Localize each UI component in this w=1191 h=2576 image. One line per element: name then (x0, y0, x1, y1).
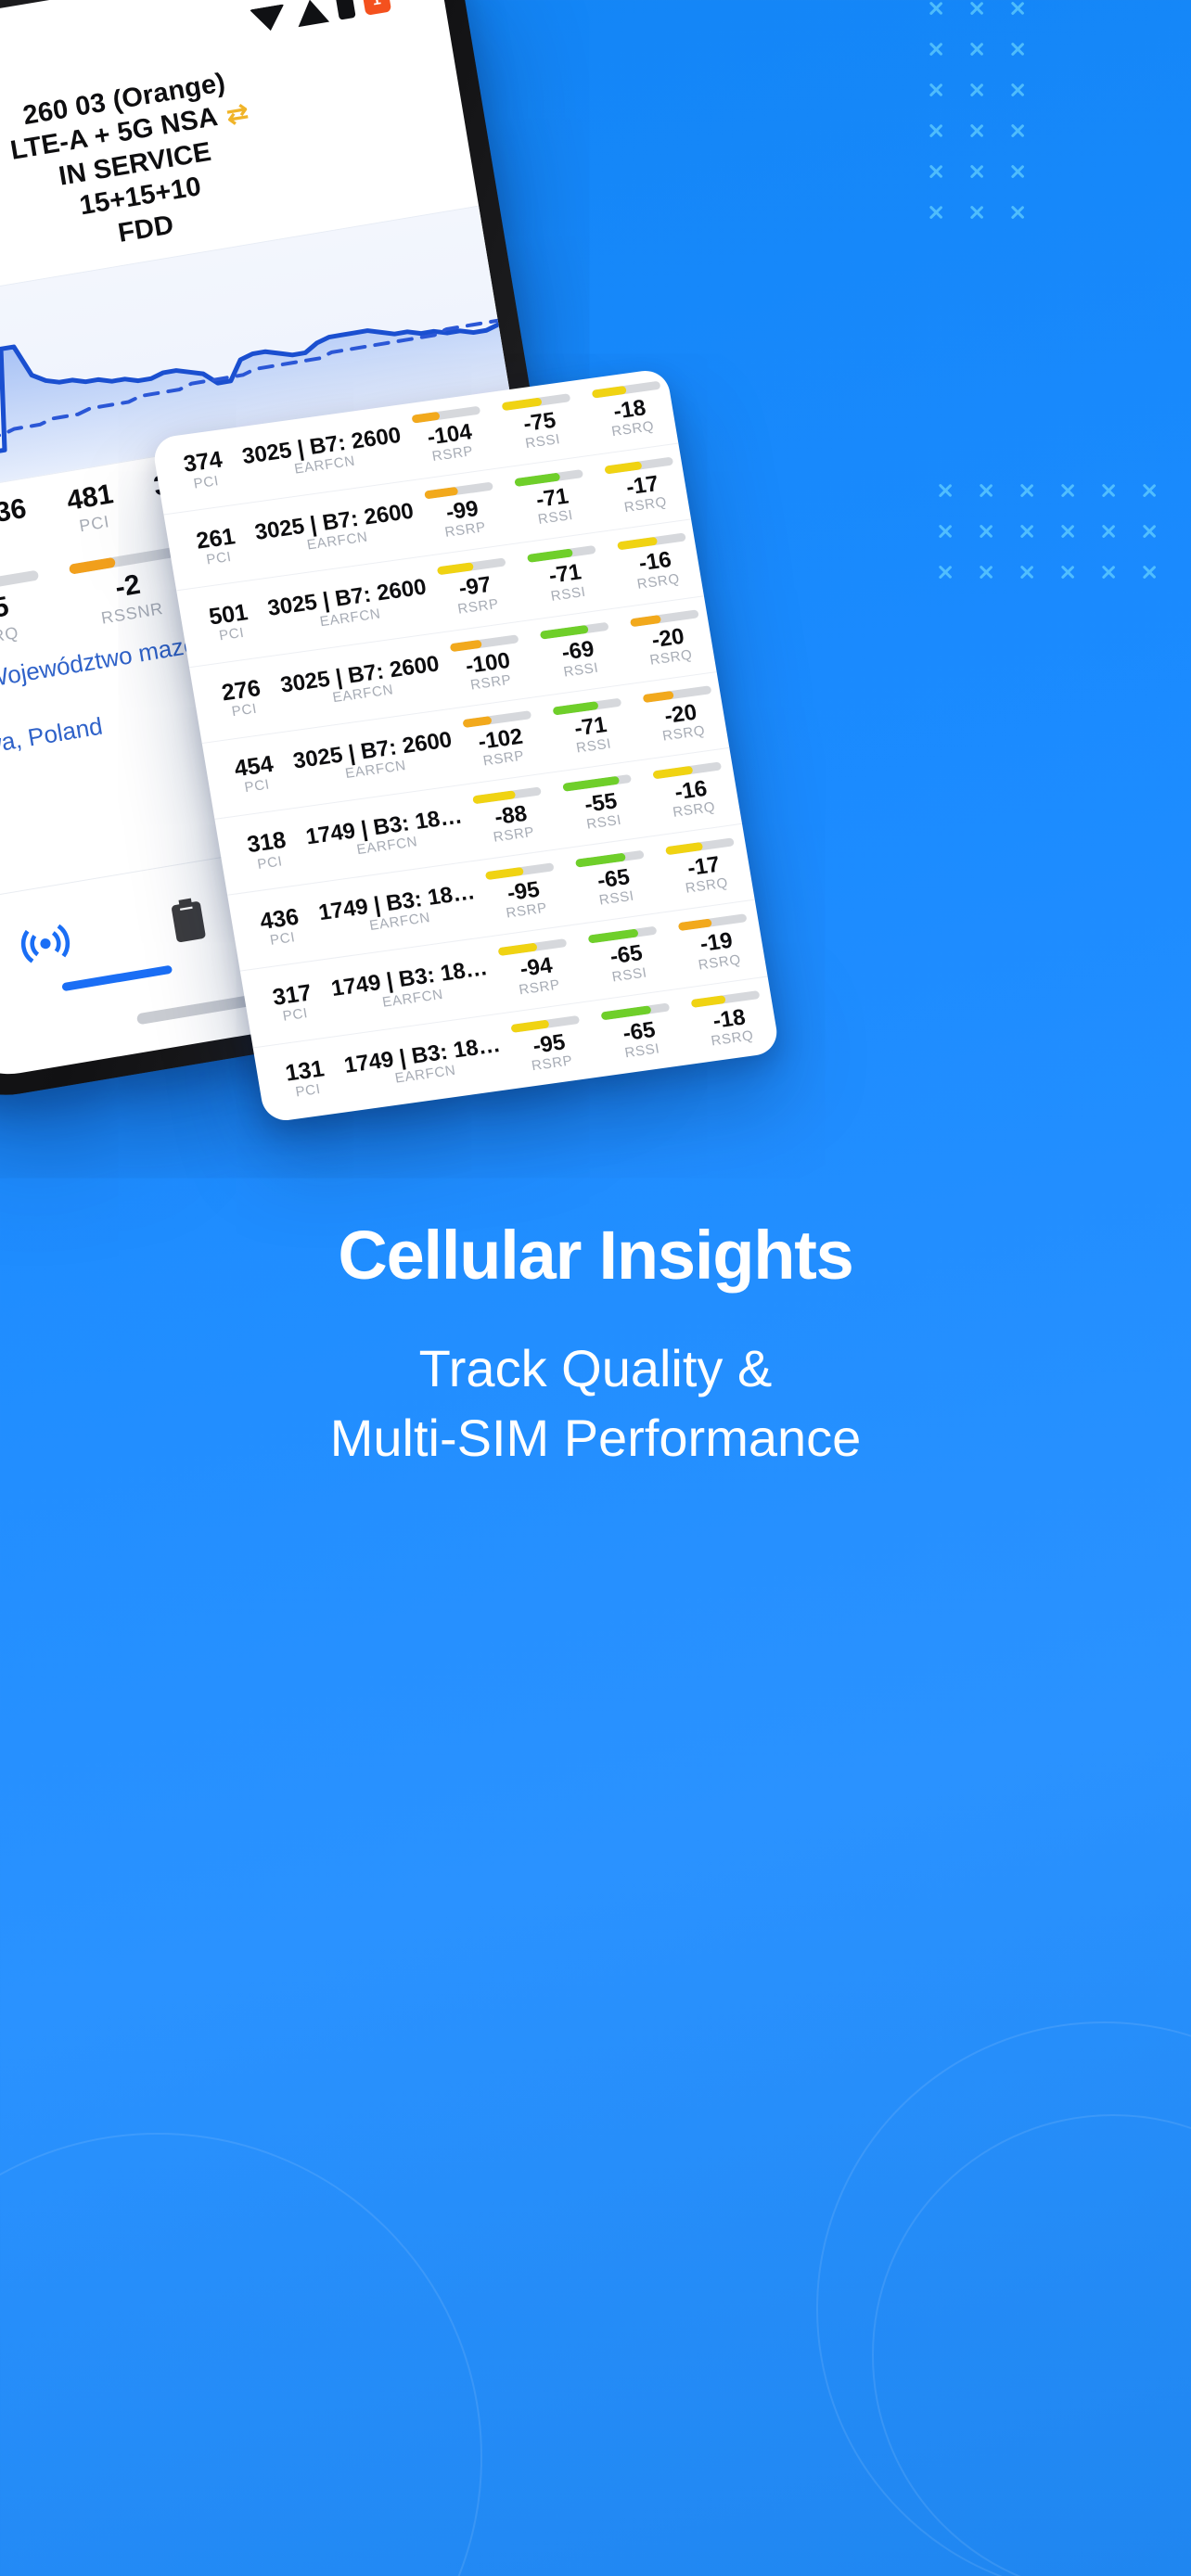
neighbour-rssi: -75 RSSI (493, 392, 586, 455)
neighbour-pci: 131 PCI (269, 1054, 343, 1103)
notification-badge: 1 (361, 0, 392, 16)
wifi-icon (249, 4, 288, 34)
neighbour-pci: 261 PCI (180, 522, 254, 571)
neighbour-rsrp: -102 RSRP (455, 709, 547, 772)
active-tab-indicator (61, 964, 173, 991)
neighbour-earfcn: 1749 | B3: 18… EARFCN (329, 955, 492, 1016)
metric-ci: 14708:36 CI (0, 493, 32, 565)
neighbour-rssi: -69 RSSI (531, 620, 624, 683)
neighbour-rsrq: -20 RSRQ (621, 608, 714, 671)
neighbour-pci: 454 PCI (218, 750, 292, 799)
neighbour-rssi: -71 RSSI (519, 544, 611, 607)
neighbour-rsrp: -88 RSRP (465, 785, 557, 848)
neighbour-rsrp: -104 RSRP (403, 404, 496, 467)
marketing-copy: Cellular Insights Track Quality & Multi-… (0, 1216, 1191, 1473)
neighbour-rssi: -71 RSSI (544, 696, 637, 759)
neighbour-rssi: -55 RSSI (555, 773, 647, 836)
neighbour-rsrq: -16 RSRQ (608, 532, 701, 595)
decor-x-grid-middle (937, 482, 1158, 580)
neighbour-pci: 374 PCI (167, 446, 241, 495)
battery-icon (335, 0, 356, 20)
neighbour-earfcn: 3025 | B7: 2600 EARFCN (291, 727, 456, 788)
decor-x-grid-top (928, 0, 1026, 221)
neighbour-rssi: -71 RSSI (506, 468, 599, 531)
signal-triangle-icon (294, 0, 330, 27)
cell-tower-icon (20, 924, 70, 963)
subheadline-line-2: Multi-SIM Performance (329, 1408, 862, 1467)
neighbour-rsrq: -20 RSRQ (634, 684, 727, 747)
neighbour-pci: 436 PCI (243, 902, 317, 951)
neighbour-pci: 501 PCI (192, 598, 266, 647)
neighbour-rsrq: -17 RSRQ (658, 836, 750, 899)
metric-pci: 481 PCI (36, 475, 147, 542)
neighbour-rsrq: -18 RSRQ (583, 379, 676, 442)
neighbour-rssi: -65 RSSI (593, 1001, 685, 1065)
neighbour-earfcn: 1749 | B3: 18… EARFCN (317, 879, 480, 940)
ci-label: CI (0, 526, 32, 565)
headline: Cellular Insights (338, 1216, 853, 1294)
neighbour-rsrq: -19 RSRQ (670, 912, 762, 976)
neighbour-earfcn: 3025 | B7: 2600 EARFCN (253, 499, 418, 560)
neighbour-rsrp: -99 RSRP (416, 480, 508, 543)
neighbour-earfcn: 3025 | B7: 2600 EARFCN (266, 575, 431, 636)
neighbour-pci: 317 PCI (256, 978, 330, 1027)
neighbour-rsrq: -17 RSRQ (596, 455, 689, 518)
tab-clipboard[interactable] (149, 881, 226, 958)
swap-arrows-icon: ⇄ (224, 97, 251, 130)
neighbour-rssi: -65 RSSI (568, 849, 660, 912)
neighbour-pci: 276 PCI (205, 674, 279, 723)
status-icons: 1 (249, 0, 392, 34)
neighbour-rsrq: -18 RSRQ (683, 988, 775, 1052)
neighbour-rsrp: -95 RSRP (477, 861, 570, 925)
neighbour-earfcn: 1749 | B3: 18… EARFCN (342, 1032, 505, 1092)
neighbour-rsrq: -16 RSRQ (645, 760, 737, 823)
neighbour-earfcn: 3025 | B7: 2600 EARFCN (240, 423, 405, 484)
neighbour-earfcn: 3025 | B7: 2600 EARFCN (278, 651, 443, 712)
decor-swirl-3 (0, 2133, 482, 2576)
neighbour-rsrp: -100 RSRP (442, 633, 534, 696)
neighbour-pci: 318 PCI (231, 826, 305, 875)
neighbour-rsrp: -95 RSRP (503, 1014, 596, 1077)
neighbour-rssi: -65 RSSI (580, 925, 672, 988)
subheadline-line-1: Track Quality & (418, 1338, 773, 1397)
neighbour-rsrp: -94 RSRP (490, 937, 583, 1001)
neighbour-rsrp: -97 RSRP (429, 556, 521, 619)
clipboard-icon (172, 898, 206, 942)
neighbour-earfcn: 1749 | B3: 18… EARFCN (304, 803, 467, 864)
tab-cell-monitor[interactable] (6, 905, 173, 991)
